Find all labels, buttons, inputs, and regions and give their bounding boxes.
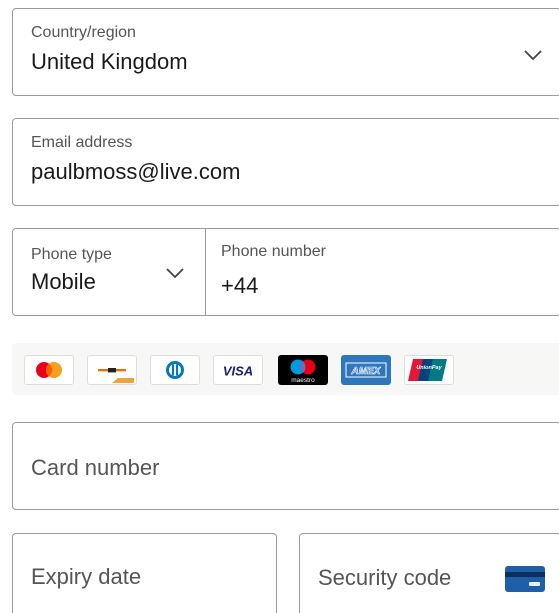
country-select[interactable]: Country/region United Kingdom xyxy=(12,8,559,96)
maestro-icon: maestro xyxy=(278,355,328,385)
country-value: United Kingdom xyxy=(31,49,188,74)
security-code-field[interactable]: Security code xyxy=(299,533,559,613)
unionpay-icon: UnionPay xyxy=(404,355,454,385)
mastercard-icon xyxy=(24,355,74,385)
visa-icon: VISA xyxy=(213,355,263,385)
phone-number-value: +44 xyxy=(221,273,259,298)
expiry-date-field[interactable]: Expiry date xyxy=(12,533,277,613)
amex-icon: AMEX xyxy=(341,355,391,385)
checkout-form: Country/region United Kingdom Email addr… xyxy=(0,0,559,613)
amex-text: AMEX xyxy=(351,366,382,377)
chevron-down-icon xyxy=(524,50,542,61)
visa-text: VISA xyxy=(223,364,253,379)
expiry-date-placeholder: Expiry date xyxy=(31,564,142,589)
card-back-icon xyxy=(505,566,545,592)
phone-number-field[interactable]: Phone number +44 xyxy=(205,228,559,316)
country-label: Country/region xyxy=(31,24,136,41)
maestro-text: maestro xyxy=(291,377,315,384)
phone-type-label: Phone type xyxy=(31,246,112,263)
chevron-down-icon xyxy=(166,268,184,279)
generic-card-icon xyxy=(87,355,137,385)
email-value: paulbmoss@live.com xyxy=(31,159,241,184)
card-number-placeholder: Card number xyxy=(31,455,160,480)
phone-type-select[interactable]: Phone type Mobile xyxy=(12,228,206,316)
card-number-field[interactable]: Card number xyxy=(12,422,559,510)
unionpay-text: UnionPay xyxy=(416,365,442,371)
phone-number-label: Phone number xyxy=(221,243,326,260)
email-field[interactable]: Email address paulbmoss@live.com xyxy=(12,118,559,206)
phone-type-value: Mobile xyxy=(31,269,96,294)
email-label: Email address xyxy=(31,134,133,151)
security-code-placeholder: Security code xyxy=(318,565,452,590)
diners-club-icon xyxy=(150,355,200,385)
